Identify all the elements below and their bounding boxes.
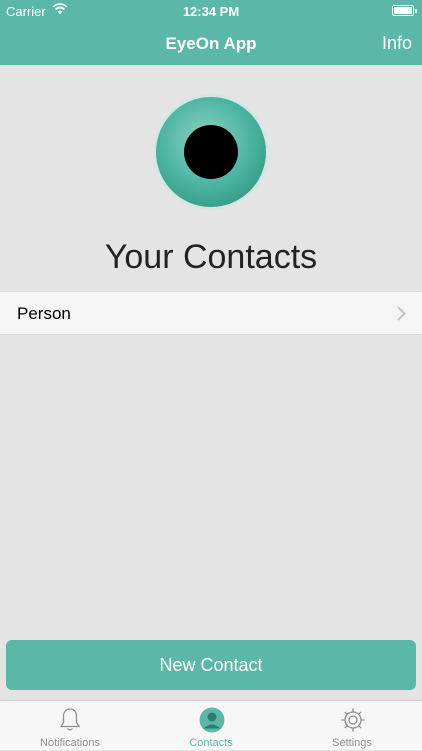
page-title: EyeOn App [165, 34, 257, 53]
contact-row[interactable]: Person [0, 291, 422, 335]
tab-contacts[interactable]: Contacts [141, 701, 281, 751]
tab-notifications[interactable]: Notifications [0, 701, 140, 751]
person-icon [199, 707, 225, 733]
tab-label: Contacts [189, 737, 233, 749]
chevron-right-icon [397, 306, 406, 321]
status-time: 12:34 PM [182, 4, 240, 19]
tab-settings[interactable]: Settings [282, 701, 422, 751]
eye-logo-icon [153, 94, 269, 210]
tab-bar: Notifications Contacts Settings [0, 700, 422, 750]
contacts-heading: Your Contacts [104, 238, 318, 276]
gear-icon [341, 708, 365, 732]
new-contact-button[interactable]: New Contact [6, 640, 416, 690]
info-button[interactable]: Info [382, 33, 412, 54]
battery-icon [392, 5, 417, 16]
contact-name: Person [17, 304, 71, 323]
status-bar: Carrier 12:34 PM [0, 0, 422, 22]
tab-label: Notifications [40, 737, 100, 749]
tab-label: Settings [332, 737, 372, 749]
app-header: Carrier 12:34 PM EyeOn App Info [0, 0, 422, 65]
bell-icon [59, 708, 81, 731]
